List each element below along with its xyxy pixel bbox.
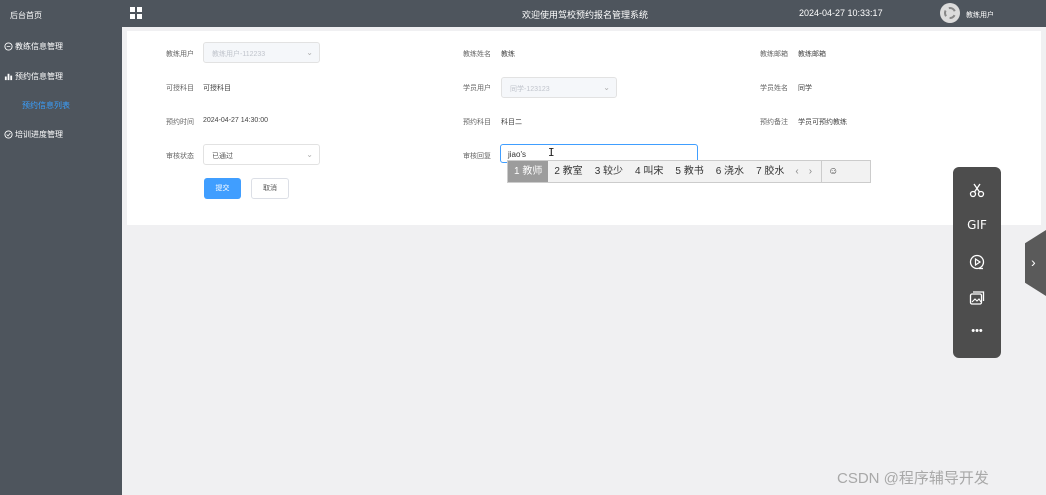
coach-mailbox-label: 教练邮箱 (760, 51, 788, 58)
image-screenshot-icon[interactable] (953, 289, 1001, 310)
book-subject-label: 预约科目 (463, 119, 491, 126)
status-value: 已通过 (212, 153, 233, 160)
sidebar-item-label: 教练信息管理 (15, 42, 63, 51)
status-label: 审核状态 (166, 153, 194, 160)
sidebar-home[interactable]: 后台首页 (10, 10, 42, 21)
student-user-select[interactable]: 同学-123123 ⌄ (501, 77, 617, 98)
student-name-label: 学员姓名 (760, 85, 788, 92)
coach-name-label: 教练姓名 (463, 51, 491, 58)
sidebar-item-label: 培训进度管理 (15, 130, 63, 139)
ime-candidate[interactable]: 6 浇水 (710, 161, 750, 182)
scissors-icon[interactable] (953, 181, 1001, 202)
menu-grid-icon[interactable] (130, 7, 142, 19)
ime-candidate[interactable]: 5 教书 (669, 161, 709, 182)
avatar[interactable] (940, 3, 960, 23)
sidebar-item-coach-info[interactable]: 教练信息管理 (4, 41, 63, 52)
emoji-icon[interactable]: ☺ (821, 161, 847, 182)
ime-next-page-icon[interactable]: › (804, 166, 817, 177)
page-title: 欢迎使用驾校预约报名管理系统 (522, 10, 649, 20)
chevron-down-icon: ⌄ (603, 83, 610, 92)
time-label: 预约时间 (166, 119, 194, 126)
sidebar: 后台首页 教练信息管理 预约信息管理 预约信息列表 培训进度管理 (0, 0, 122, 495)
bar-chart-icon (4, 73, 13, 81)
status-select[interactable]: 已通过 ⌄ (203, 144, 320, 165)
ime-candidate[interactable]: 1 教师 (508, 161, 549, 182)
check-circle-icon (4, 130, 13, 139)
chevron-down-icon: ⌄ (306, 150, 313, 159)
ime-candidate[interactable]: 3 较少 (589, 161, 629, 182)
chevron-down-icon: ⌄ (306, 48, 313, 57)
ime-candidate[interactable]: 7 胶水 (750, 161, 790, 182)
reply-label: 审核回复 (463, 153, 491, 160)
ime-candidate[interactable]: 2 教室 (548, 161, 588, 182)
current-datetime: 2024-04-27 10:33:17 (799, 8, 883, 18)
student-user-value: 同学-123123 (510, 86, 550, 93)
more-options-icon[interactable]: ••• (953, 325, 1001, 337)
gif-record-button[interactable]: GIF (953, 218, 1001, 232)
sidebar-subitem-booking-list[interactable]: 预约信息列表 (22, 100, 70, 111)
note-label: 预约备注 (760, 119, 788, 126)
user-name[interactable]: 教练用户 (966, 10, 994, 20)
watermark: CSDN @程序辅导开发 (837, 470, 989, 487)
coach-user-label: 教练用户 (166, 51, 194, 58)
coach-user-select[interactable]: 教练用户-112233 ⌄ (203, 42, 320, 63)
book-subject-value: 科目二 (501, 119, 522, 126)
note-value: 学员可预约教练 (798, 119, 847, 126)
student-name-value: 同学 (798, 85, 812, 92)
sidebar-item-booking-info[interactable]: 预约信息管理 (4, 71, 63, 82)
coach-name-value: 教练 (501, 51, 515, 58)
text-cursor-icon: I (548, 146, 555, 159)
sidebar-item-label: 预约信息管理 (15, 72, 63, 81)
expand-panel-tab[interactable]: › (1025, 230, 1046, 296)
cancel-button[interactable]: 取消 (251, 178, 289, 199)
coach-user-value: 教练用户-112233 (212, 51, 266, 58)
floating-toolbar: GIF ••• (953, 167, 1001, 358)
subject-value: 可授科目 (203, 85, 231, 92)
submit-button[interactable]: 提交 (204, 178, 241, 199)
sidebar-item-training-progress[interactable]: 培训进度管理 (4, 129, 63, 140)
student-user-label: 学员用户 (463, 85, 491, 92)
top-bar: 欢迎使用驾校预约报名管理系统 2024-04-27 10:33:17 教练用户 (122, 0, 1046, 27)
ime-candidate[interactable]: 4 叫宋 (629, 161, 669, 182)
coach-mailbox-value: 教练邮箱 (798, 51, 826, 58)
time-value: 2024-04-27 14:30:00 (203, 117, 268, 124)
chat-bubble-icon (4, 42, 13, 51)
subject-label: 可授科目 (166, 85, 194, 92)
chevron-right-icon: › (1031, 254, 1036, 270)
ime-prev-page-icon[interactable]: ‹ (790, 166, 803, 177)
video-record-icon[interactable] (953, 253, 1001, 274)
ime-candidate-bar: 1 教师 2 教室 3 较少 4 叫宋 5 教书 6 浇水 7 胶水 ‹ › ☺ (507, 160, 871, 183)
